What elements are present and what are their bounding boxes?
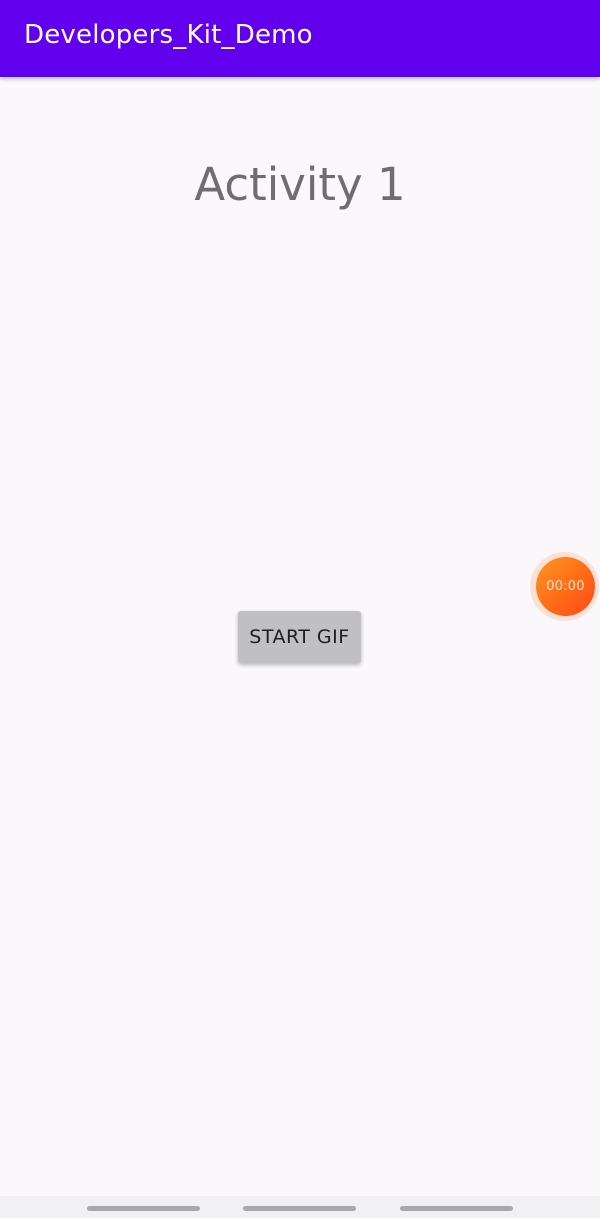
start-gif-button[interactable]: START GIF <box>238 611 361 663</box>
nav-back-handle[interactable] <box>400 1206 513 1211</box>
recording-timer-bubble[interactable]: 00:00 <box>536 557 595 616</box>
app-screen: Developers_Kit_Demo Activity 1 START GIF… <box>0 0 600 1218</box>
nav-home-handle[interactable] <box>243 1206 356 1211</box>
nav-recents-handle[interactable] <box>87 1206 200 1211</box>
app-title: Developers_Kit_Demo <box>24 20 313 50</box>
app-bar: Developers_Kit_Demo <box>0 0 600 77</box>
activity-heading: Activity 1 <box>194 158 406 211</box>
recording-timer-text: 00:00 <box>546 579 585 594</box>
